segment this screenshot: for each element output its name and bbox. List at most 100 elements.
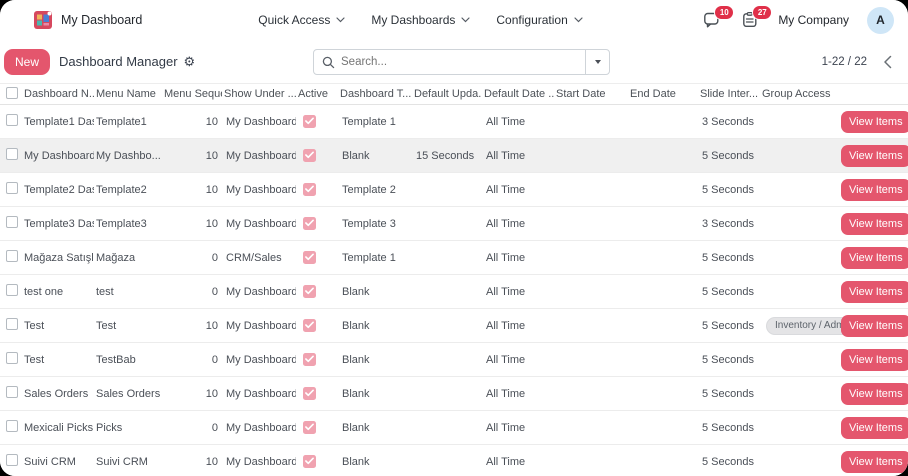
menu-quick-access-label: Quick Access <box>258 13 330 27</box>
menu-sequence-cell: 10 <box>162 388 222 400</box>
search-input[interactable] <box>335 56 585 68</box>
active-checkbox[interactable] <box>303 421 316 434</box>
view-items-button[interactable]: View Items <box>841 145 908 167</box>
column-header[interactable]: Slide Inter... <box>698 88 760 100</box>
select-all-checkbox[interactable] <box>6 87 18 99</box>
view-items-cell: View Items <box>836 417 908 439</box>
menu-configuration[interactable]: Configuration <box>496 13 582 27</box>
messages-button[interactable]: 10 <box>702 10 722 30</box>
row-select-cell <box>0 318 22 333</box>
chevron-down-icon <box>461 17 470 23</box>
table-row[interactable]: My Dashboard 1My Dashbo...10My Dashboard… <box>0 139 908 173</box>
user-avatar[interactable]: A <box>867 7 894 34</box>
table-row[interactable]: Suivi CRMSuivi CRM10My Dashboard/...Blan… <box>0 445 908 476</box>
menu-sequence-cell: 10 <box>162 116 222 128</box>
column-header[interactable]: Dashboard N... <box>22 88 94 100</box>
view-items-button[interactable]: View Items <box>841 247 908 269</box>
view-items-button[interactable]: View Items <box>841 383 908 405</box>
table-row[interactable]: Sales OrdersSales Orders10My Dashboard/.… <box>0 377 908 411</box>
row-checkbox[interactable] <box>6 454 18 466</box>
pager: 1-22 / 22 <box>822 53 894 71</box>
default-update-cell: 15 Seconds <box>412 150 482 162</box>
view-items-button[interactable]: View Items <box>841 281 908 303</box>
app-brand[interactable]: My Dashboard <box>34 11 142 29</box>
active-checkbox[interactable] <box>303 455 316 468</box>
gear-icon[interactable]: ⚙ <box>184 54 196 70</box>
menu-name-cell: TestBab <box>94 354 162 366</box>
activities-button[interactable]: 27 <box>740 10 760 30</box>
dashboard-type-cell: Blank <box>338 150 412 162</box>
active-checkbox[interactable] <box>303 387 316 400</box>
column-header[interactable]: Default Date ... <box>482 88 554 100</box>
active-checkbox[interactable] <box>303 319 316 332</box>
active-checkbox[interactable] <box>303 115 316 128</box>
active-checkbox[interactable] <box>303 285 316 298</box>
table-row[interactable]: Mexicali PicksPicks0My Dashboard/...Blan… <box>0 411 908 445</box>
slide-interval-cell: 5 Seconds <box>698 320 760 332</box>
active-checkbox[interactable] <box>303 149 316 162</box>
active-checkbox[interactable] <box>303 183 316 196</box>
row-select-cell <box>0 216 22 231</box>
row-checkbox[interactable] <box>6 250 18 262</box>
active-cell <box>296 421 338 435</box>
company-switcher[interactable]: My Company <box>778 13 849 27</box>
column-header[interactable]: End Date <box>628 88 698 100</box>
table-row[interactable]: TestTest10My Dashboard/...BlankAll Time5… <box>0 309 908 343</box>
table-row[interactable]: Template3 Das...Template310My Dashboard/… <box>0 207 908 241</box>
row-checkbox[interactable] <box>6 420 18 432</box>
view-items-button[interactable]: View Items <box>841 111 908 133</box>
row-checkbox[interactable] <box>6 182 18 194</box>
column-header[interactable]: Menu Seque... <box>162 88 222 100</box>
menu-sequence-cell: 10 <box>162 320 222 332</box>
row-checkbox[interactable] <box>6 284 18 296</box>
menu-name-cell: test <box>94 286 162 298</box>
active-cell <box>296 251 338 265</box>
table-row[interactable]: Mağaza SatışlarıMağaza0CRM/SalesTemplate… <box>0 241 908 275</box>
table-row[interactable]: Template1 Das...Template110My Dashboard/… <box>0 105 908 139</box>
slide-interval-cell: 5 Seconds <box>698 252 760 264</box>
column-header[interactable]: Group Access <box>760 88 836 100</box>
view-items-button[interactable]: View Items <box>841 179 908 201</box>
column-header[interactable]: Active <box>296 88 338 100</box>
row-checkbox[interactable] <box>6 114 18 126</box>
row-checkbox[interactable] <box>6 318 18 330</box>
active-checkbox[interactable] <box>303 353 316 366</box>
view-items-cell: View Items <box>836 213 908 235</box>
table-row[interactable]: TestTestBab0My Dashboard/...BlankAll Tim… <box>0 343 908 377</box>
row-checkbox[interactable] <box>6 216 18 228</box>
view-items-button[interactable]: View Items <box>841 213 908 235</box>
table-row[interactable]: Template2 Das...Template210My Dashboard/… <box>0 173 908 207</box>
chevron-left-icon <box>883 55 892 69</box>
search-filter-toggle[interactable] <box>585 50 609 74</box>
column-header[interactable]: Show Under ... <box>222 88 296 100</box>
row-select-cell <box>0 420 22 435</box>
view-items-cell: View Items <box>836 383 908 405</box>
active-checkbox[interactable] <box>303 217 316 230</box>
activities-count-badge: 27 <box>752 5 772 20</box>
default-date-cell: All Time <box>482 184 554 196</box>
new-button[interactable]: New <box>4 49 50 75</box>
menu-quick-access[interactable]: Quick Access <box>258 13 345 27</box>
menu-name-cell: Mağaza <box>94 252 162 264</box>
menu-name-cell: Picks <box>94 422 162 434</box>
view-items-button[interactable]: View Items <box>841 451 908 473</box>
pager-previous-button[interactable] <box>881 53 894 71</box>
view-items-button[interactable]: View Items <box>841 349 908 371</box>
view-items-button[interactable]: View Items <box>841 315 908 337</box>
default-date-cell: All Time <box>482 116 554 128</box>
chevron-down-icon <box>574 17 583 23</box>
column-header[interactable]: Start Date <box>554 88 628 100</box>
row-checkbox[interactable] <box>6 386 18 398</box>
row-checkbox[interactable] <box>6 148 18 160</box>
column-header[interactable]: Default Upda... <box>412 88 482 100</box>
row-checkbox[interactable] <box>6 352 18 364</box>
menu-my-dashboards[interactable]: My Dashboards <box>371 13 470 27</box>
column-header[interactable]: Dashboard T... <box>338 88 412 100</box>
default-date-cell: All Time <box>482 422 554 434</box>
show-under-cell: My Dashboard/... <box>222 388 296 400</box>
default-date-cell: All Time <box>482 286 554 298</box>
column-header[interactable]: Menu Name <box>94 88 162 100</box>
view-items-button[interactable]: View Items <box>841 417 908 439</box>
active-checkbox[interactable] <box>303 251 316 264</box>
table-row[interactable]: test onetest0My Dashboard/...BlankAll Ti… <box>0 275 908 309</box>
